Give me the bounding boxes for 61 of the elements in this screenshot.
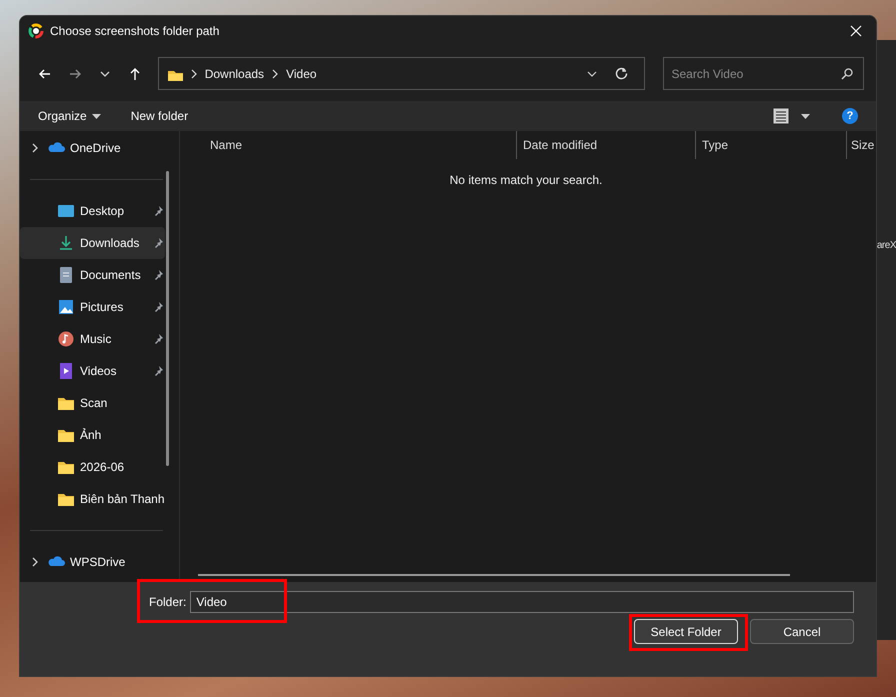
sidebar-label: Ảnh (80, 428, 102, 442)
sidebar-item[interactable]: Desktop (20, 195, 165, 227)
column-header[interactable]: Type (695, 131, 846, 159)
document-icon (57, 266, 75, 284)
dialog-button[interactable]: Select Folder (634, 619, 738, 644)
sidebar-label: Pictures (80, 300, 124, 314)
sidebar-item[interactable]: Downloads (20, 227, 165, 259)
empty-message: No items match your search. (450, 173, 602, 187)
address-bar[interactable]: Downloads Video (158, 57, 644, 90)
sidebar-item[interactable]: Documents (20, 259, 165, 291)
window-title: Choose screenshots folder path (50, 24, 220, 38)
organize-button[interactable]: Organize (30, 105, 109, 127)
sidebar-label: Biên bản Thanh (80, 492, 165, 506)
dialog-button[interactable]: Cancel (750, 619, 854, 644)
sidebar-item[interactable]: Biên bản Thanh (20, 483, 165, 515)
breadcrumb-segment[interactable]: Video (286, 66, 317, 80)
new-folder-button[interactable]: New folder (122, 105, 196, 127)
sidebar-item[interactable]: Music (20, 323, 165, 355)
sidebar-label: 2026-06 (80, 460, 126, 474)
expand-chevron-icon[interactable] (32, 557, 39, 567)
sidebar-label: OneDrive (70, 141, 122, 155)
music-icon (57, 330, 75, 348)
sidebar-label: Desktop (80, 204, 126, 218)
help-button[interactable]: ? (834, 104, 866, 128)
picture-icon (57, 298, 75, 316)
sidebar-item[interactable]: Pictures (20, 291, 165, 323)
sidebar-label: WPSDrive (70, 555, 126, 569)
sidebar-label: Videos (80, 364, 118, 378)
scrollbar-thumb[interactable] (198, 574, 790, 576)
search-field[interactable]: Search Video (662, 57, 864, 90)
expand-chevron-icon[interactable] (32, 143, 39, 153)
close-icon (850, 25, 862, 37)
help-icon: ? (842, 108, 858, 124)
sidebar-label: Downloads (80, 236, 140, 250)
video-icon (57, 362, 75, 380)
search-icon (840, 67, 854, 81)
app-logo-icon (28, 23, 44, 39)
sidebar-item[interactable]: Videos (20, 355, 165, 387)
breadcrumb-separator-icon (190, 68, 197, 78)
window-text: areX (876, 240, 896, 251)
sidebar-item[interactable]: 2026-06 (20, 451, 165, 483)
sidebar-item[interactable]: OneDrive (20, 132, 165, 164)
caret-icon (801, 114, 810, 118)
sidebar-label: Scan (80, 396, 108, 410)
sidebar-item[interactable]: Ảnh (20, 419, 165, 451)
download-icon (57, 234, 75, 252)
breadcrumb-separator-icon (272, 68, 278, 78)
sidebar-label: Documents (80, 268, 142, 282)
column-header[interactable]: Date modified (516, 131, 695, 159)
sidebar-item[interactable]: WPSDrive (20, 546, 165, 578)
breadcrumb-segment[interactable]: Downloads (204, 66, 264, 80)
caret-icon (92, 114, 101, 118)
column-header[interactable]: Name (206, 131, 516, 159)
monitor-icon (57, 202, 75, 220)
folder-input-field[interactable]: Video (190, 591, 854, 613)
list-view-icon (773, 108, 789, 124)
folder-label: Folder: (149, 595, 186, 609)
sidebar-item[interactable]: Scan (20, 387, 165, 419)
sidebar-label: Music (80, 332, 112, 346)
column-header[interactable]: Size (846, 131, 874, 159)
scrollbar-thumb[interactable] (166, 171, 169, 466)
